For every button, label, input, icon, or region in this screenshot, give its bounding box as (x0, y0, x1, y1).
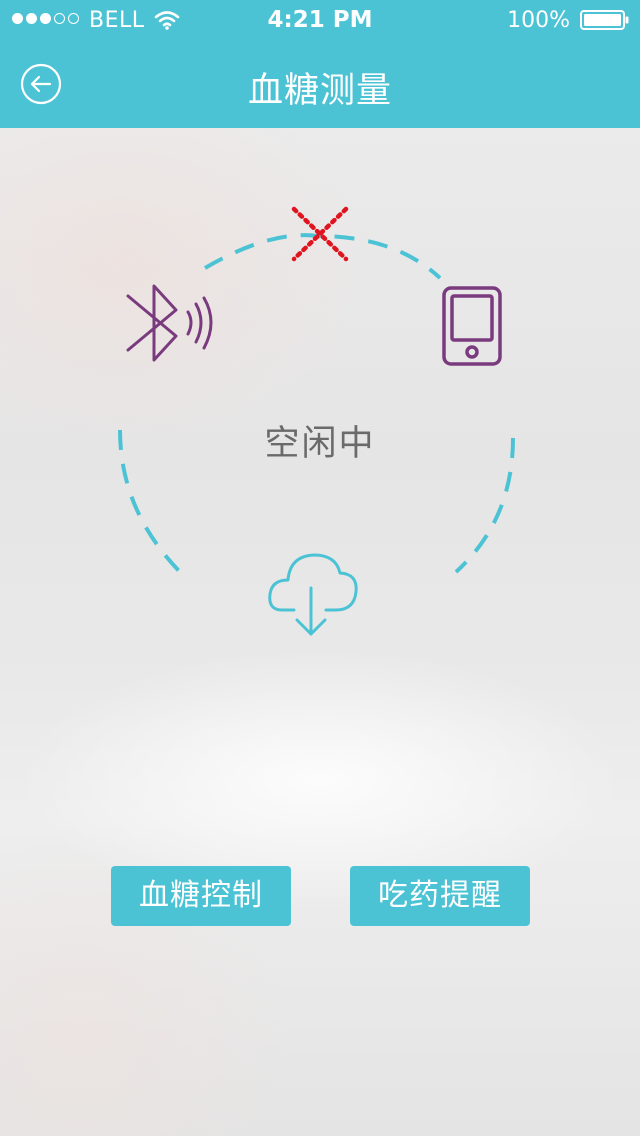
page-title: 血糖测量 (247, 71, 392, 111)
nav-bar: 血糖测量 (0, 40, 640, 128)
status-text: 空闲中 (264, 424, 376, 464)
phone-icon (442, 286, 502, 366)
battery-percent: 100% (507, 8, 570, 33)
battery-icon (580, 10, 629, 30)
cloud-download-icon (268, 553, 358, 636)
status-bar: BELL 4:21 PM 100% (0, 0, 640, 40)
medication-reminder-button[interactable]: 吃药提醒 (350, 866, 530, 926)
connection-diagram (118, 206, 515, 636)
glucose-control-button[interactable]: 血糖控制 (111, 866, 291, 926)
bluetooth-icon (126, 284, 213, 362)
dashed-ring (118, 233, 515, 574)
ring-top-arc (203, 233, 442, 280)
